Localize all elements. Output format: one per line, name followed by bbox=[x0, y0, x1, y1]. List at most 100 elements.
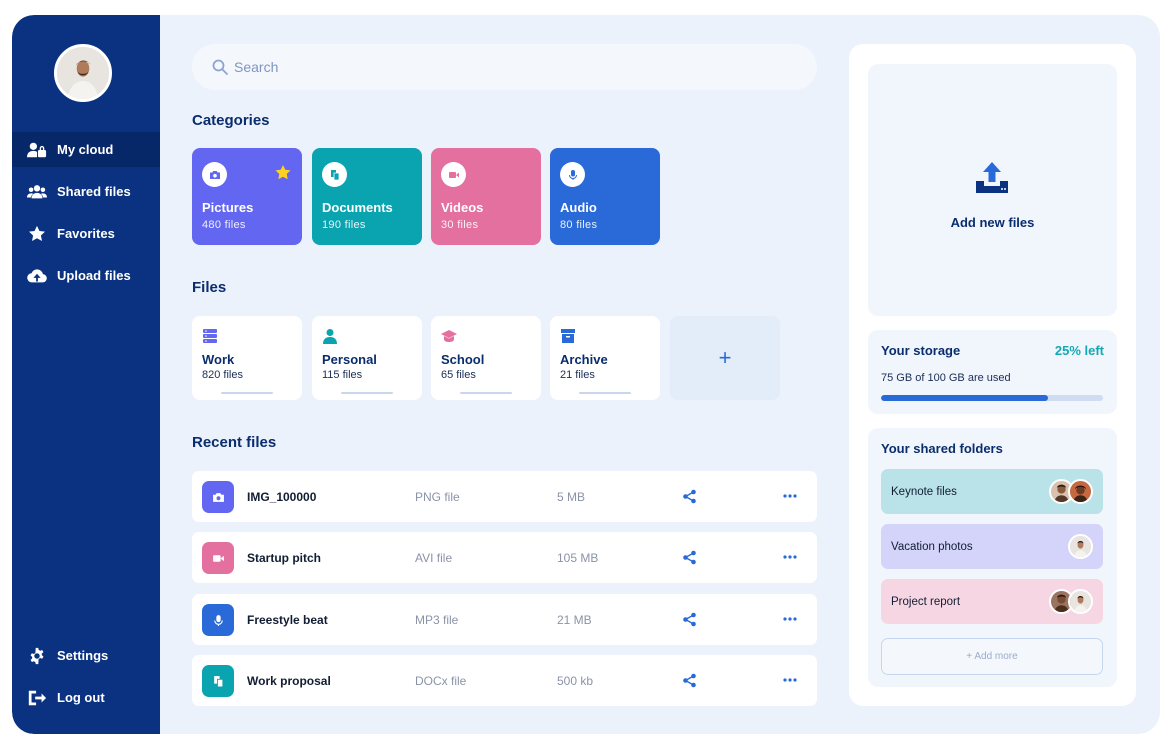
share-icon[interactable] bbox=[682, 489, 697, 504]
users-icon bbox=[26, 183, 48, 201]
file-size: 105 MB bbox=[557, 550, 599, 565]
folder-name: Personal bbox=[322, 352, 377, 367]
shared-folder-project-report[interactable]: Project report bbox=[881, 579, 1103, 624]
share-icon[interactable] bbox=[682, 550, 697, 565]
sidebar-item-upload-files[interactable]: Upload files bbox=[12, 258, 160, 293]
file-size: 21 MB bbox=[557, 612, 592, 627]
cloud-upload-icon bbox=[26, 267, 48, 285]
microphone-icon bbox=[202, 604, 234, 636]
storage-used-text: 75 GB of 100 GB are used bbox=[881, 372, 1011, 384]
recent-files-title: Recent files bbox=[192, 434, 277, 451]
more-options-icon[interactable] bbox=[782, 677, 798, 683]
file-size: 5 MB bbox=[557, 489, 586, 504]
add-new-files-label: Add new files bbox=[950, 215, 1035, 230]
category-documents[interactable]: Documents 190 files bbox=[312, 148, 422, 245]
folder-work[interactable]: Work 820 files bbox=[192, 316, 302, 400]
divider bbox=[221, 392, 273, 394]
file-type: MP3 file bbox=[415, 612, 459, 627]
file-name: Work proposal bbox=[247, 673, 331, 688]
share-icon[interactable] bbox=[682, 612, 697, 627]
app-window: My cloud Shared files Favorites Upload f… bbox=[12, 15, 1160, 734]
folder-archive[interactable]: Archive 21 files bbox=[550, 316, 660, 400]
favorite-star-icon[interactable] bbox=[274, 164, 292, 182]
more-options-icon[interactable] bbox=[782, 554, 798, 560]
search-icon bbox=[212, 59, 228, 75]
search-input[interactable] bbox=[234, 59, 734, 75]
user-lock-icon bbox=[26, 141, 48, 159]
right-panel: Add new files Your storage 25% left 75 G… bbox=[849, 44, 1136, 706]
shared-folder-vacation-photos[interactable]: Vacation photos bbox=[881, 524, 1103, 569]
sidebar-item-label: My cloud bbox=[57, 142, 114, 157]
gear-icon bbox=[26, 647, 48, 665]
category-name: Audio bbox=[560, 200, 597, 215]
server-icon bbox=[203, 329, 217, 343]
storage-card: Your storage 25% left 75 GB of 100 GB ar… bbox=[868, 330, 1117, 414]
sidebar: My cloud Shared files Favorites Upload f… bbox=[12, 15, 160, 734]
share-icon[interactable] bbox=[682, 673, 697, 688]
star-icon bbox=[26, 225, 48, 243]
categories-title: Categories bbox=[192, 112, 270, 129]
more-options-icon[interactable] bbox=[782, 616, 798, 622]
category-audio[interactable]: Audio 80 files bbox=[550, 148, 660, 245]
file-size: 500 kb bbox=[557, 673, 594, 688]
category-videos[interactable]: Videos 30 files bbox=[431, 148, 541, 245]
divider bbox=[341, 392, 393, 394]
add-new-files-dropzone[interactable]: Add new files bbox=[868, 64, 1117, 316]
file-name: Startup pitch bbox=[247, 550, 321, 565]
upload-icon bbox=[976, 162, 1008, 193]
shared-folders-card: Your shared folders Keynote files Vacati… bbox=[868, 428, 1117, 687]
sidebar-item-log-out[interactable]: Log out bbox=[12, 680, 160, 715]
sidebar-item-favorites[interactable]: Favorites bbox=[12, 216, 160, 251]
avatar[interactable] bbox=[54, 44, 112, 102]
folder-count: 820 files bbox=[202, 369, 243, 381]
camera-icon bbox=[202, 481, 234, 513]
sidebar-item-settings[interactable]: Settings bbox=[12, 638, 160, 673]
table-row[interactable]: Work proposal DOCx file 500 kb bbox=[192, 655, 817, 706]
storage-left: 25% left bbox=[1054, 343, 1104, 358]
folder-personal[interactable]: Personal 115 files bbox=[312, 316, 422, 400]
avatar bbox=[1068, 534, 1093, 559]
sidebar-item-label: Favorites bbox=[57, 226, 115, 241]
video-icon bbox=[202, 542, 234, 574]
shared-folder-name: Vacation photos bbox=[891, 540, 973, 553]
camera-icon bbox=[202, 162, 227, 187]
file-type: DOCx file bbox=[415, 673, 467, 688]
sidebar-item-label: Shared files bbox=[57, 184, 131, 199]
avatar-group bbox=[1049, 589, 1093, 614]
category-name: Documents bbox=[322, 200, 393, 215]
category-pictures[interactable]: Pictures 480 files bbox=[192, 148, 302, 245]
add-folder-button[interactable]: + bbox=[670, 316, 780, 400]
avatar bbox=[1068, 479, 1093, 504]
divider bbox=[579, 392, 631, 394]
category-name: Pictures bbox=[202, 200, 254, 215]
category-count: 480 files bbox=[202, 219, 246, 231]
sidebar-item-my-cloud[interactable]: My cloud bbox=[12, 132, 160, 167]
folder-school[interactable]: School 65 files bbox=[431, 316, 541, 400]
storage-title: Your storage bbox=[881, 343, 961, 358]
search-bar[interactable] bbox=[192, 44, 817, 90]
file-type: AVI file bbox=[415, 550, 453, 565]
file-name: IMG_100000 bbox=[247, 489, 317, 504]
folder-count: 21 files bbox=[560, 369, 595, 381]
table-row[interactable]: Startup pitch AVI file 105 MB bbox=[192, 532, 817, 583]
person-icon bbox=[323, 329, 337, 344]
video-icon bbox=[441, 162, 466, 187]
archive-box-icon bbox=[561, 329, 575, 343]
shared-folder-keynote-files[interactable]: Keynote files bbox=[881, 469, 1103, 514]
logout-icon bbox=[26, 689, 48, 707]
avatar-group bbox=[1049, 479, 1093, 504]
folder-count: 65 files bbox=[441, 369, 476, 381]
table-row[interactable]: Freestyle beat MP3 file 21 MB bbox=[192, 594, 817, 645]
files-title: Files bbox=[192, 279, 227, 296]
file-type: PNG file bbox=[415, 489, 460, 504]
more-options-icon[interactable] bbox=[782, 493, 798, 499]
file-name: Freestyle beat bbox=[247, 612, 328, 627]
sidebar-item-shared-files[interactable]: Shared files bbox=[12, 174, 160, 209]
category-name: Videos bbox=[441, 200, 484, 215]
folder-count: 115 files bbox=[322, 369, 363, 381]
add-more-button[interactable]: + Add more bbox=[881, 638, 1103, 675]
divider bbox=[460, 392, 512, 394]
shared-folder-name: Project report bbox=[891, 595, 961, 608]
table-row[interactable]: IMG_100000 PNG file 5 MB bbox=[192, 471, 817, 522]
sidebar-item-label: Settings bbox=[57, 648, 109, 663]
